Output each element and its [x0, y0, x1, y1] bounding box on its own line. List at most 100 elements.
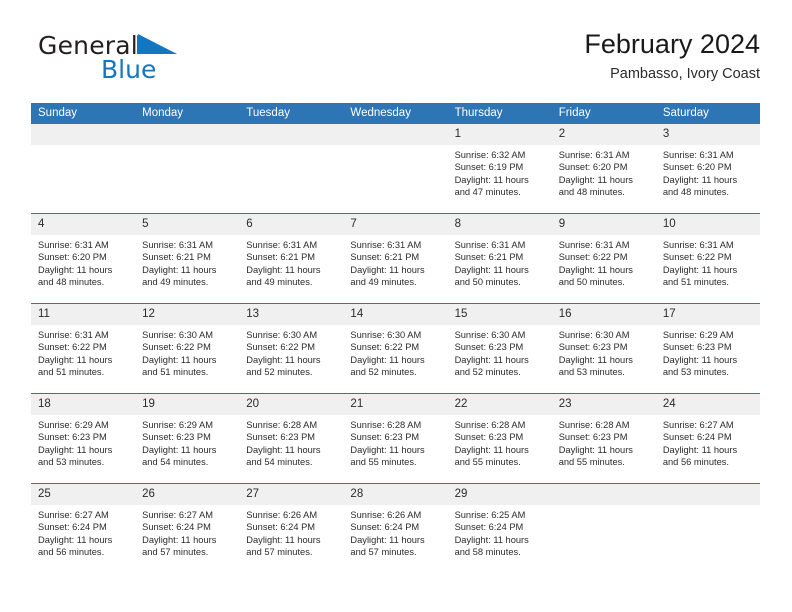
calendar-day-cell[interactable] [343, 124, 448, 214]
day-number: 9 [551, 214, 656, 235]
daylight-text-line2: and 53 minutes. [558, 366, 625, 377]
calendar-day-cell[interactable]: 18 Sunrise: 6:29 AM Sunset: 6:23 PM Dayligh… [31, 393, 136, 484]
day-number: 28 [343, 484, 448, 505]
calendar-day-cell[interactable]: 4 Sunrise: 6:31 AM Sunset: 6:20 PM Daylight… [31, 213, 136, 304]
blue-triangle-icon [135, 32, 179, 61]
calendar-day-cell[interactable]: 1 Sunrise: 6:32 AM Sunset: 6:19 PM Daylight… [447, 124, 552, 214]
day-details: Sunrise: 6:29 AM Sunset: 6:23 PM Daylight:… [656, 325, 760, 378]
calendar-day-cell[interactable]: 9 Sunrise: 6:31 AM Sunset: 6:22 PM Daylight… [551, 213, 656, 304]
calendar-day-cell[interactable]: 19 Sunrise: 6:29 AM Sunset: 6:23 PM Dayligh… [135, 393, 240, 484]
day-number [31, 124, 136, 145]
sunrise-text: Sunrise: 6:31 AM [350, 240, 422, 250]
daylight-text-line1: Daylight: 11 hours [662, 264, 738, 275]
day-details: Sunrise: 6:30 AM Sunset: 6:22 PM Daylight:… [135, 325, 239, 378]
calendar-week-row: 25 Sunrise: 6:27 AM Sunset: 6:24 PM Dayligh… [31, 483, 760, 573]
day-details: Sunrise: 6:31 AM Sunset: 6:22 PM Daylight:… [656, 235, 760, 288]
daylight-text-line1: Daylight: 11 hours [142, 354, 217, 365]
calendar-day-cell[interactable]: 22 Sunrise: 6:28 AM Sunset: 6:23 PM Dayligh… [447, 393, 552, 484]
weekday-header-wednesday: Wednesday [343, 103, 448, 124]
calendar-day-cell[interactable]: 11 Sunrise: 6:31 AM Sunset: 6:22 PM Dayligh… [31, 303, 136, 394]
day-details: Sunrise: 6:30 AM Sunset: 6:23 PM Daylight:… [552, 325, 656, 378]
daylight-text-line1: Daylight: 11 hours [558, 354, 633, 365]
day-cell-inner [31, 124, 136, 213]
daylight-text-line2: and 52 minutes. [246, 366, 313, 377]
daylight-text-line2: and 48 minutes. [38, 276, 105, 287]
day-number: 16 [551, 304, 656, 325]
calendar-day-cell[interactable] [551, 483, 656, 573]
daylight-text-line2: and 49 minutes. [142, 276, 209, 287]
calendar-day-cell[interactable]: 14 Sunrise: 6:30 AM Sunset: 6:22 PM Dayligh… [343, 303, 448, 394]
calendar-day-cell[interactable]: 27 Sunrise: 6:26 AM Sunset: 6:24 PM Dayligh… [239, 483, 344, 573]
page-header: General Blue February 2024 Pambasso, Ivo… [32, 28, 760, 98]
calendar-day-cell[interactable]: 26 Sunrise: 6:27 AM Sunset: 6:24 PM Dayligh… [135, 483, 240, 573]
day-cell-inner: 12 Sunrise: 6:30 AM Sunset: 6:22 PM Dayligh… [135, 304, 240, 393]
calendar-day-cell[interactable]: 23 Sunrise: 6:28 AM Sunset: 6:23 PM Dayligh… [551, 393, 656, 484]
calendar-day-cell[interactable]: 7 Sunrise: 6:31 AM Sunset: 6:21 PM Daylight… [343, 213, 448, 304]
calendar-day-cell[interactable]: 10 Sunrise: 6:31 AM Sunset: 6:22 PM Dayligh… [655, 213, 760, 304]
calendar-day-cell[interactable]: 29 Sunrise: 6:25 AM Sunset: 6:24 PM Dayligh… [447, 483, 552, 573]
calendar-day-cell[interactable]: 13 Sunrise: 6:30 AM Sunset: 6:22 PM Dayligh… [239, 303, 344, 394]
sunrise-text: Sunrise: 6:27 AM [142, 510, 213, 520]
day-number: 29 [447, 484, 552, 505]
calendar-day-cell[interactable]: 8 Sunrise: 6:31 AM Sunset: 6:21 PM Daylight… [447, 213, 552, 304]
sunset-text: Sunset: 6:20 PM [662, 162, 732, 173]
daylight-text-line2: and 50 minutes. [454, 276, 521, 287]
sunset-text: Sunset: 6:22 PM [246, 342, 316, 353]
sunrise-text: Sunrise: 6:25 AM [454, 510, 526, 520]
calendar-day-cell[interactable]: 2 Sunrise: 6:31 AM Sunset: 6:20 PM Daylight… [551, 124, 656, 214]
calendar-day-cell[interactable]: 17 Sunrise: 6:29 AM Sunset: 6:23 PM Dayligh… [655, 303, 760, 394]
calendar-week-row: 1 Sunrise: 6:32 AM Sunset: 6:19 PM Daylight… [31, 124, 760, 214]
daylight-text-line2: and 55 minutes. [454, 456, 521, 467]
day-cell-inner: 1 Sunrise: 6:32 AM Sunset: 6:19 PM Daylight… [447, 124, 552, 213]
daylight-text-line1: Daylight: 11 hours [142, 534, 217, 545]
day-number: 12 [135, 304, 240, 325]
sunset-text: Sunset: 6:22 PM [142, 342, 211, 353]
daylight-text-line2: and 53 minutes. [662, 366, 729, 377]
weekday-header-friday: Friday [551, 103, 656, 124]
sunset-text: Sunset: 6:23 PM [662, 342, 732, 353]
calendar-day-cell[interactable]: 15 Sunrise: 6:30 AM Sunset: 6:23 PM Dayligh… [447, 303, 552, 394]
calendar-day-cell[interactable]: 20 Sunrise: 6:28 AM Sunset: 6:23 PM Dayligh… [239, 393, 344, 484]
day-cell-inner: 11 Sunrise: 6:31 AM Sunset: 6:22 PM Dayligh… [31, 304, 136, 393]
calendar-day-cell[interactable] [135, 124, 240, 214]
daylight-text-line2: and 54 minutes. [246, 456, 313, 467]
day-cell-inner: 14 Sunrise: 6:30 AM Sunset: 6:22 PM Dayligh… [343, 304, 448, 393]
sunrise-text: Sunrise: 6:31 AM [662, 240, 734, 250]
daylight-text-line2: and 55 minutes. [558, 456, 625, 467]
sunset-text: Sunset: 6:19 PM [454, 162, 524, 173]
day-details: Sunrise: 6:27 AM Sunset: 6:24 PM Daylight:… [135, 505, 239, 558]
daylight-text-line1: Daylight: 11 hours [454, 354, 529, 365]
brand-logo[interactable]: General Blue [38, 32, 268, 94]
day-details: Sunrise: 6:29 AM Sunset: 6:23 PM Daylight:… [31, 415, 135, 468]
calendar-day-cell[interactable] [239, 124, 344, 214]
day-number: 25 [31, 484, 136, 505]
calendar-day-cell[interactable]: 21 Sunrise: 6:28 AM Sunset: 6:23 PM Dayligh… [343, 393, 448, 484]
sunrise-text: Sunrise: 6:31 AM [246, 240, 318, 250]
day-number: 17 [655, 304, 760, 325]
sunset-text: Sunset: 6:24 PM [142, 522, 211, 533]
sunset-text: Sunset: 6:23 PM [246, 432, 316, 443]
calendar-day-cell[interactable]: 5 Sunrise: 6:31 AM Sunset: 6:21 PM Daylight… [135, 213, 240, 304]
weekday-header-saturday: Saturday [655, 103, 760, 124]
sunset-text: Sunset: 6:22 PM [662, 252, 732, 263]
sunrise-text: Sunrise: 6:31 AM [662, 150, 734, 160]
sunset-text: Sunset: 6:24 PM [38, 522, 107, 533]
calendar-day-cell[interactable]: 25 Sunrise: 6:27 AM Sunset: 6:24 PM Dayligh… [31, 483, 136, 573]
calendar-day-cell[interactable] [655, 483, 760, 573]
day-details: Sunrise: 6:30 AM Sunset: 6:22 PM Daylight:… [343, 325, 447, 378]
day-cell-inner: 16 Sunrise: 6:30 AM Sunset: 6:23 PM Dayligh… [551, 304, 656, 393]
calendar-day-cell[interactable]: 28 Sunrise: 6:26 AM Sunset: 6:24 PM Dayligh… [343, 483, 448, 573]
calendar-table: Sunday Monday Tuesday Wednesday Thursday… [31, 103, 760, 573]
daylight-text-line2: and 55 minutes. [350, 456, 417, 467]
calendar-day-cell[interactable]: 24 Sunrise: 6:27 AM Sunset: 6:24 PM Dayligh… [655, 393, 760, 484]
calendar-day-cell[interactable] [31, 124, 136, 214]
calendar-day-cell[interactable]: 16 Sunrise: 6:30 AM Sunset: 6:23 PM Dayligh… [551, 303, 656, 394]
sunset-text: Sunset: 6:24 PM [454, 522, 524, 533]
calendar-body: 1 Sunrise: 6:32 AM Sunset: 6:19 PM Daylight… [31, 124, 760, 573]
day-details: Sunrise: 6:31 AM Sunset: 6:20 PM Daylight:… [656, 145, 760, 198]
day-number: 10 [655, 214, 760, 235]
calendar-day-cell[interactable]: 12 Sunrise: 6:30 AM Sunset: 6:22 PM Dayligh… [135, 303, 240, 394]
calendar-day-cell[interactable]: 3 Sunrise: 6:31 AM Sunset: 6:20 PM Daylight… [655, 124, 760, 214]
day-number: 18 [31, 394, 136, 415]
calendar-day-cell[interactable]: 6 Sunrise: 6:31 AM Sunset: 6:21 PM Daylight… [239, 213, 344, 304]
